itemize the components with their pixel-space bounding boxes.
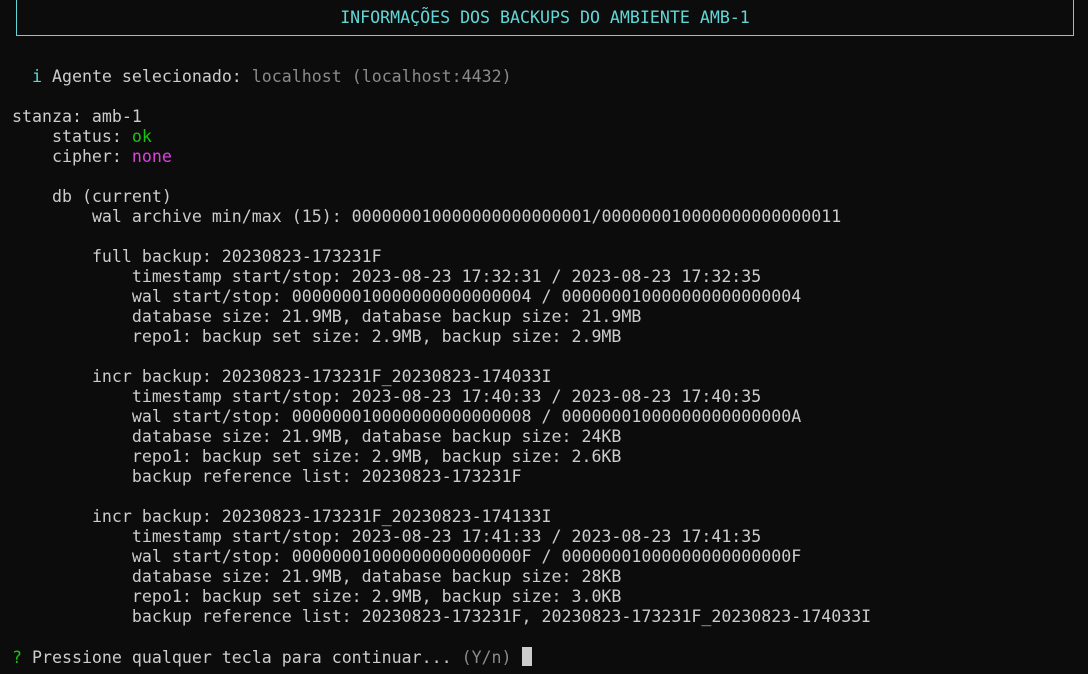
backup-wal: wal start/stop: 000000010000000000000008… bbox=[131, 407, 802, 426]
stanza-line: stanza: amb-1 bbox=[12, 107, 142, 126]
prompt-text: Pressione qualquer tecla para continuar.… bbox=[22, 648, 462, 667]
backup-db-size: database size: 21.9MB, database backup s… bbox=[131, 567, 622, 586]
cipher-line: cipher: none bbox=[12, 147, 172, 167]
backup-db-size: database size: 21.9MB, database backup s… bbox=[131, 427, 622, 446]
cipher-value: none bbox=[131, 147, 172, 166]
backup-db-size: database size: 21.9MB, database backup s… bbox=[131, 307, 642, 326]
backup-wal: wal start/stop: 000000010000000000000004… bbox=[131, 287, 802, 306]
backup-repo: repo1: backup set size: 2.9MB, backup si… bbox=[131, 447, 622, 466]
terminal-cursor[interactable] bbox=[521, 647, 532, 666]
agent-address: (localhost:4432) bbox=[351, 67, 512, 86]
backup-header: incr backup: 20230823-173231F_20230823-1… bbox=[91, 507, 552, 526]
backup-timestamp: timestamp start/stop: 2023-08-23 17:41:3… bbox=[131, 527, 762, 546]
agent-name: localhost bbox=[251, 67, 342, 86]
backup-repo: repo1: backup set size: 2.9MB, backup si… bbox=[131, 587, 622, 606]
backup-header: full backup: 20230823-173231F bbox=[91, 247, 382, 266]
banner-title: INFORMAÇÕES DOS BACKUPS DO AMBIENTE AMB-… bbox=[340, 8, 750, 27]
status-line: status: ok bbox=[12, 127, 152, 147]
status-value: ok bbox=[131, 127, 152, 146]
wal-archive-line: wal archive min/max (15): 00000001000000… bbox=[91, 207, 842, 226]
backup-wal: wal start/stop: 00000001000000000000000F… bbox=[131, 547, 802, 566]
backup-repo: repo1: backup set size: 2.9MB, backup si… bbox=[131, 327, 622, 346]
cipher-label: cipher: bbox=[51, 147, 132, 166]
status-label: status: bbox=[51, 127, 132, 146]
backup-timestamp: timestamp start/stop: 2023-08-23 17:40:3… bbox=[131, 387, 762, 406]
backup-header: incr backup: 20230823-173231F_20230823-1… bbox=[91, 367, 552, 386]
agent-label: Agente selecionado: bbox=[51, 67, 252, 86]
continue-prompt[interactable]: ? Pressione qualquer tecla para continua… bbox=[12, 647, 532, 667]
backup-reference: backup reference list: 20230823-173231F,… bbox=[131, 607, 872, 626]
backup-timestamp: timestamp start/stop: 2023-08-23 17:32:3… bbox=[131, 267, 762, 286]
prompt-hint: (Y/n) bbox=[461, 648, 512, 667]
agent-line: i Agente selecionado: localhost (localho… bbox=[12, 67, 512, 87]
question-mark-icon: ? bbox=[12, 648, 22, 667]
info-icon: i bbox=[31, 67, 42, 86]
db-current-line: db (current) bbox=[51, 187, 172, 206]
header-banner: INFORMAÇÕES DOS BACKUPS DO AMBIENTE AMB-… bbox=[16, 0, 1074, 36]
backup-reference: backup reference list: 20230823-173231F bbox=[131, 467, 522, 486]
